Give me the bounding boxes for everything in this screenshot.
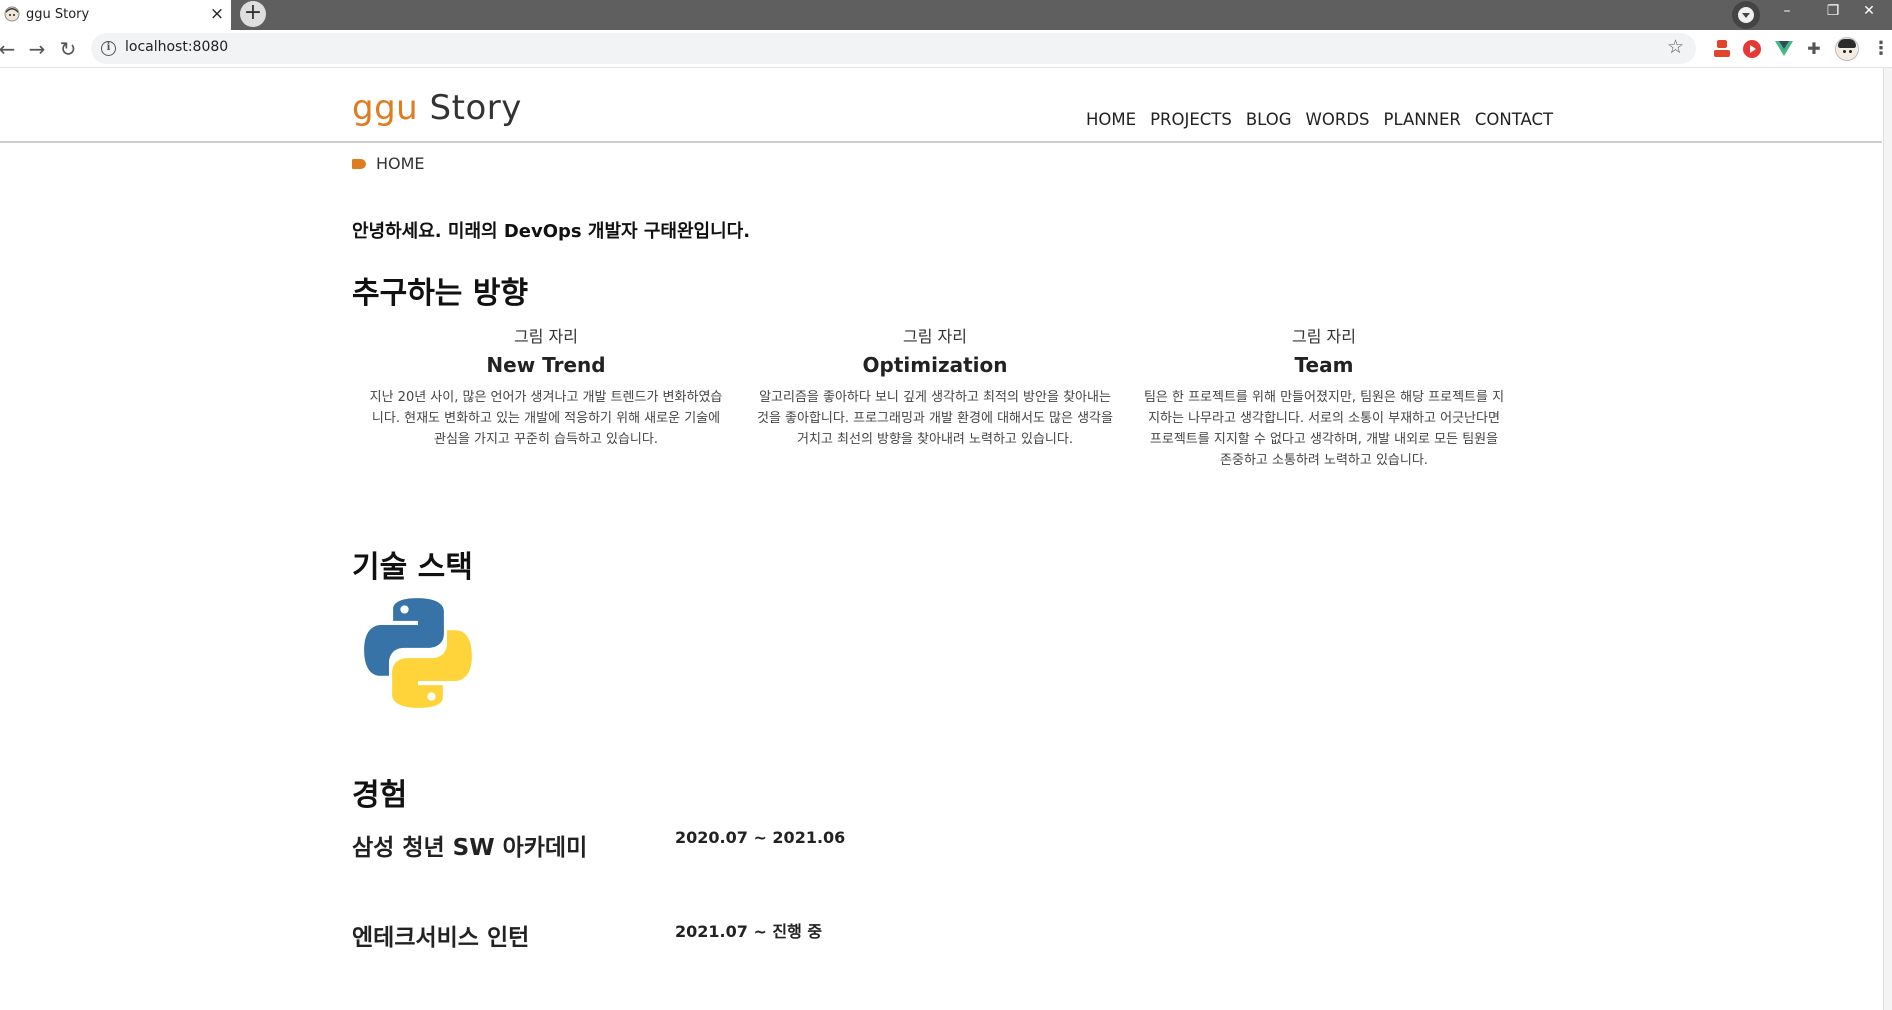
- tag-icon: [352, 158, 366, 169]
- experience-period: 2021.07 ~ 진행 중: [675, 922, 823, 941]
- card-title: New Trend: [486, 353, 606, 377]
- site-info-icon[interactable]: i: [101, 41, 116, 56]
- tab-search-button[interactable]: [1732, 1, 1760, 29]
- nav-blog[interactable]: BLOG: [1246, 110, 1292, 129]
- card-description: 알고리즘을 좋아하다 보니 깊게 생각하고 최적의 방안을 찾아내는 것을 좋아…: [757, 390, 1113, 447]
- site-logo[interactable]: ggu Story: [352, 88, 522, 128]
- site-header: ggu Story HOME PROJECTS BLOG WORDS PLANN…: [0, 68, 1882, 143]
- browser-tab[interactable]: ggu Story ×: [0, 0, 231, 30]
- breadcrumb-label: HOME: [376, 154, 425, 173]
- card-title: Team: [1294, 353, 1354, 377]
- browser-toolbar: ← → ↻ i localhost:8080 ☆ ✚: [0, 30, 1892, 68]
- network-extension-icon[interactable]: [1711, 38, 1733, 60]
- image-placeholder: 그림 자리: [514, 327, 578, 346]
- favicon-icon: [4, 6, 20, 22]
- page-scrollbar[interactable]: [1883, 68, 1892, 1010]
- nav-contact[interactable]: CONTACT: [1475, 110, 1553, 129]
- intro-text: 안녕하세요. 미래의 DevOps 개발자 구태완입니다.: [352, 221, 751, 242]
- nav-words[interactable]: WORDS: [1306, 110, 1370, 129]
- nav-planner[interactable]: PLANNER: [1384, 110, 1461, 129]
- direction-card: 그림 자리 Optimization 알고리즘을 좋아하다 보니 깊게 생각하고…: [752, 326, 1118, 450]
- browser-tab-bar: ggu Story × + – ❐ ✕: [0, 0, 1892, 30]
- direction-card: 그림 자리 New Trend 지난 20년 사이, 많은 언어가 생겨나고 개…: [363, 326, 729, 450]
- direction-heading: 추구하는 방향: [352, 276, 529, 311]
- image-placeholder: 그림 자리: [1292, 327, 1356, 346]
- vue-devtools-icon[interactable]: [1773, 38, 1795, 60]
- browser-menu-icon[interactable]: ⋮: [1872, 38, 1890, 59]
- web-page: ggu Story HOME PROJECTS BLOG WORDS PLANN…: [0, 68, 1892, 1010]
- forward-button[interactable]: →: [23, 35, 51, 63]
- nav-projects[interactable]: PROJECTS: [1150, 110, 1232, 129]
- main-nav: HOME PROJECTS BLOG WORDS PLANNER CONTACT: [1086, 110, 1553, 129]
- address-bar[interactable]: i localhost:8080 ☆: [91, 33, 1696, 64]
- chevron-down-icon: [1738, 7, 1754, 23]
- logo-accent: ggu: [352, 88, 419, 128]
- experience-name: 삼성 청년 SW 아카데미: [352, 835, 588, 861]
- bookmark-star-icon[interactable]: ☆: [1667, 36, 1684, 58]
- profile-avatar[interactable]: [1835, 37, 1859, 61]
- experience-period: 2020.07 ~ 2021.06: [675, 828, 846, 847]
- image-placeholder: 그림 자리: [903, 327, 967, 346]
- extensions-puzzle-icon[interactable]: ✚: [1803, 38, 1825, 60]
- tech-stack-heading: 기술 스택: [352, 550, 473, 585]
- close-window-button[interactable]: ✕: [1846, 0, 1892, 24]
- minimize-button[interactable]: –: [1764, 0, 1810, 24]
- nav-home[interactable]: HOME: [1086, 110, 1136, 129]
- experience-name: 엔테크서비스 인턴: [352, 925, 530, 951]
- direction-card: 그림 자리 Team 팀은 한 프로젝트를 위해 만들어졌지만, 팀원은 해당 …: [1141, 326, 1507, 471]
- reload-button[interactable]: ↻: [54, 35, 82, 63]
- tab-close-icon[interactable]: ×: [208, 3, 226, 25]
- card-description: 지난 20년 사이, 많은 언어가 생겨나고 개발 트렌드가 변화하였습니다. …: [369, 390, 723, 447]
- video-extension-icon[interactable]: [1741, 38, 1763, 60]
- card-description: 팀은 한 프로젝트를 위해 만들어졌지만, 팀원은 해당 프로젝트를 지지하는 …: [1143, 390, 1505, 468]
- tab-title: ggu Story: [26, 7, 90, 22]
- url-text[interactable]: localhost:8080: [125, 39, 228, 55]
- back-button[interactable]: ←: [0, 35, 21, 63]
- experience-heading: 경험: [352, 778, 408, 813]
- python-logo-icon: [364, 598, 472, 708]
- breadcrumb: HOME: [352, 154, 425, 173]
- card-title: Optimization: [862, 353, 1008, 377]
- logo-rest: Story: [429, 88, 522, 128]
- new-tab-button[interactable]: +: [240, 1, 266, 27]
